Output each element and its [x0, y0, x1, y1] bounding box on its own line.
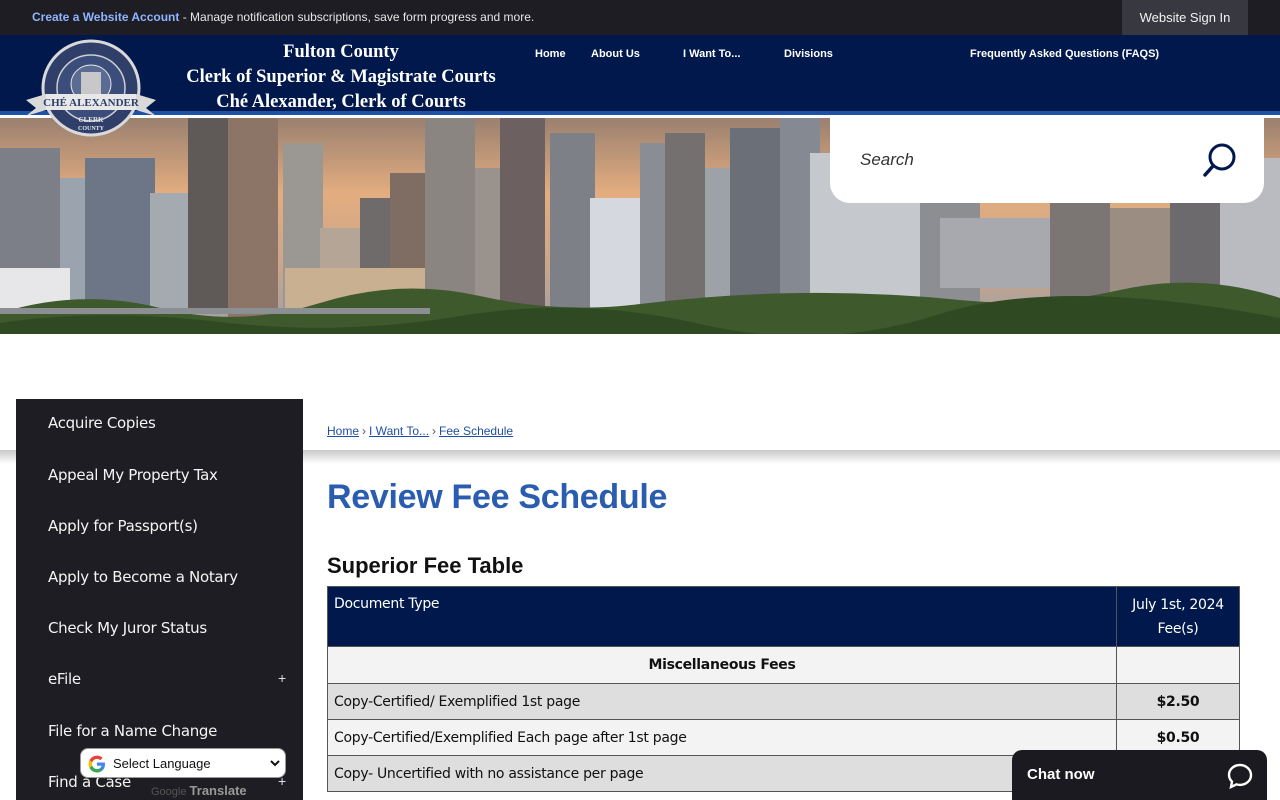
column-header-document-type: Document Type	[327, 586, 1117, 647]
account-notice-text: - Manage notification subscriptions, sav…	[179, 10, 535, 24]
page-title: Review Fee Schedule	[327, 478, 668, 516]
column-header-fee: July 1st, 2024 Fee(s)	[1116, 586, 1240, 647]
create-account-link[interactable]: Create a Website Account	[32, 10, 179, 24]
column-header-fee-date: July 1st, 2024	[1132, 597, 1224, 613]
fee-table-header-row: Document Type July 1st, 2024 Fee(s)	[327, 586, 1240, 647]
sidebar-item-name-change[interactable]: File for a Name Change	[48, 722, 217, 740]
sidebar-nav: Acquire Copies Appeal My Property Tax Ap…	[16, 399, 303, 800]
group-fee-cell	[1116, 646, 1240, 684]
column-header-fee-label: Fee(s)	[1157, 621, 1199, 637]
language-selector[interactable]: Select Language	[80, 748, 286, 778]
google-word: Google	[151, 786, 187, 798]
site-title-line1: Fulton County	[283, 42, 399, 62]
search-panel	[830, 118, 1264, 203]
sidebar-item-acquire-copies[interactable]: Acquire Copies	[48, 414, 156, 432]
top-utility-bar: Create a Website Account - Manage notifi…	[0, 0, 1280, 35]
sidebar-item-become-notary[interactable]: Apply to Become a Notary	[48, 568, 238, 586]
chat-bubble-icon	[1227, 763, 1253, 789]
google-g-icon	[88, 755, 105, 773]
breadcrumb: Home › I Want To... › Fee Schedule	[327, 424, 513, 438]
seal-banner-text: CHÉ ALEXANDER	[43, 97, 140, 109]
group-label: Miscellaneous Fees	[327, 646, 1117, 684]
google-translate-credit: Google Translate	[151, 783, 247, 798]
document-type-cell: Copy-Certified/Exemplified Each page aft…	[327, 719, 1117, 756]
document-type-cell: Copy- Uncertified with no assistance per…	[327, 755, 1117, 792]
breadcrumb-home[interactable]: Home	[327, 424, 359, 438]
sidebar-item-apply-passport[interactable]: Apply for Passport(s)	[48, 517, 198, 535]
breadcrumb-separator: ›	[362, 424, 367, 438]
site-search-input[interactable]	[860, 142, 1190, 178]
language-select[interactable]: Select Language	[109, 752, 283, 774]
site-title-line3: Ché Alexander, Clerk of Courts	[216, 92, 466, 112]
county-seal-logo[interactable]: CHÉ ALEXANDER CLERK COUNTY	[26, 38, 156, 138]
account-notice: Create a Website Account - Manage notifi…	[32, 10, 534, 24]
table-row-group: Miscellaneous Fees	[327, 646, 1240, 684]
search-icon	[1203, 143, 1236, 177]
sidebar-item-juror-status[interactable]: Check My Juror Status	[48, 619, 207, 637]
site-title[interactable]: Fulton County Clerk of Superior & Magist…	[165, 40, 517, 115]
table-row: Copy-Certified/ Exemplified 1st page $2.…	[327, 683, 1240, 720]
seal-county-text: COUNTY	[78, 126, 105, 132]
document-type-cell: Copy-Certified/ Exemplified 1st page	[327, 683, 1117, 720]
sidebar-item-efile[interactable]: eFile	[48, 670, 81, 688]
nav-faqs[interactable]: Frequently Asked Questions (FAQS)	[970, 48, 1159, 60]
nav-i-want-to[interactable]: I Want To...	[683, 48, 740, 60]
fee-cell: $2.50	[1116, 683, 1240, 720]
search-button[interactable]	[1200, 140, 1240, 180]
sidebar-item-appeal-property-tax[interactable]: Appeal My Property Tax	[48, 466, 218, 484]
chat-now-widget[interactable]: Chat now	[1012, 750, 1267, 800]
breadcrumb-fee-schedule[interactable]: Fee Schedule	[439, 424, 513, 438]
website-sign-in-button[interactable]: Website Sign In	[1122, 0, 1248, 35]
section-title: Superior Fee Table	[327, 553, 524, 578]
seal-icon: CHÉ ALEXANDER CLERK COUNTY	[26, 39, 156, 137]
breadcrumb-i-want-to[interactable]: I Want To...	[369, 424, 429, 438]
site-title-line2: Clerk of Superior & Magistrate Courts	[186, 67, 496, 87]
nav-divisions[interactable]: Divisions	[784, 48, 833, 60]
nav-about-us[interactable]: About Us	[591, 48, 640, 60]
sidebar-expand-efile-icon[interactable]: +	[278, 670, 286, 686]
seal-bottom-text: CLERK	[79, 116, 104, 124]
breadcrumb-separator: ›	[432, 424, 437, 438]
nav-home[interactable]: Home	[535, 48, 566, 60]
translate-word: Translate	[189, 783, 247, 798]
chat-now-label: Chat now	[1027, 766, 1095, 783]
